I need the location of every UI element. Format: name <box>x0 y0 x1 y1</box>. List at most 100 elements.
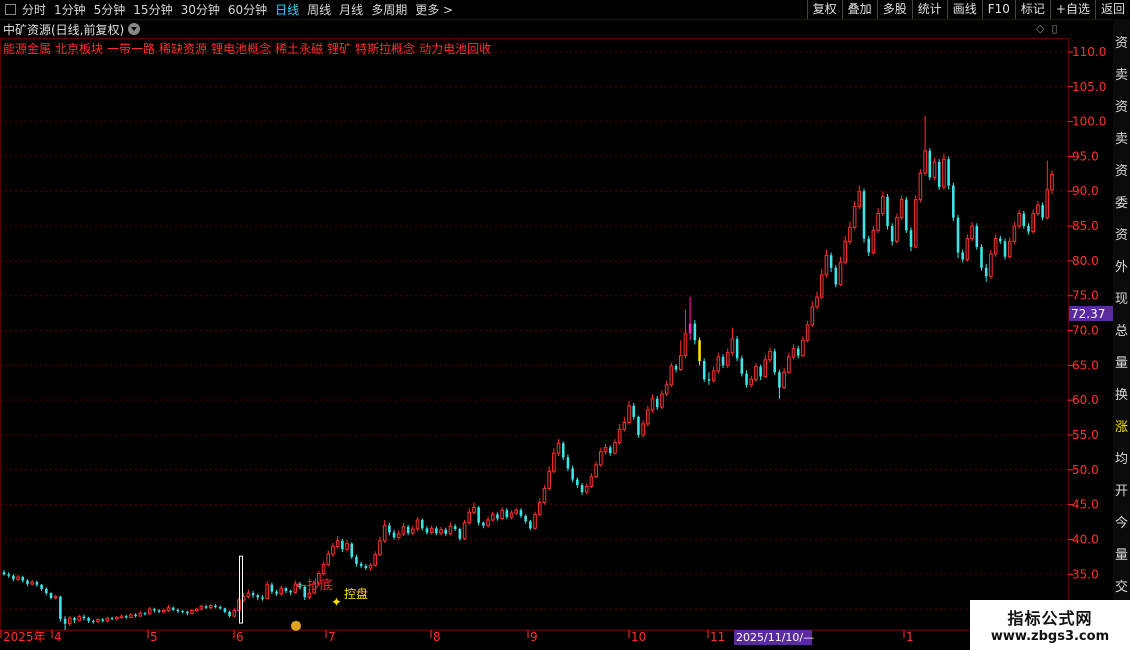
candle-body <box>829 255 833 268</box>
info-label-6: 资 <box>1114 228 1128 243</box>
candle-body <box>641 423 645 436</box>
candle-body <box>556 442 561 454</box>
time-label: 2025年 <box>3 630 46 644</box>
candle-body <box>335 540 340 547</box>
candle-body <box>486 519 490 527</box>
candle-body <box>650 398 655 411</box>
candle-body <box>345 543 349 550</box>
candle-body <box>608 447 612 454</box>
toolbar-button-1[interactable]: 叠加 <box>841 0 877 19</box>
candle-body <box>496 514 499 519</box>
info-label-1: 卖 <box>1114 68 1128 83</box>
toolbar-button-4[interactable]: 画线 <box>946 0 982 19</box>
toolbar-buttons: 复权 叠加 多股 统计 画线 F10 标记 +自选 返回 <box>806 0 1130 19</box>
candle-body <box>627 405 631 423</box>
candle-body <box>429 527 434 533</box>
period-tab-7[interactable]: 周线 <box>307 1 331 18</box>
candle-body <box>171 607 175 610</box>
current-price-label: 72.37 <box>1071 307 1105 321</box>
candle-body <box>923 150 927 174</box>
period-tab-1[interactable]: 1分钟 <box>54 1 86 18</box>
period-tabs: 分时 1分钟 5分钟 15分钟 30分钟 60分钟 日线 周线 月线 多周期 更多 > <box>22 1 461 18</box>
candle-body <box>453 526 457 530</box>
candle-body <box>1012 225 1017 242</box>
toolbar-button-3[interactable]: 统计 <box>911 0 947 19</box>
candle-body <box>613 442 617 454</box>
toolbar-button-6[interactable]: 标记 <box>1014 0 1050 19</box>
candle-body <box>980 246 983 268</box>
time-label: 6 <box>236 630 244 644</box>
candle-body <box>895 217 899 242</box>
candle-body <box>749 378 754 386</box>
candle-body <box>721 356 725 366</box>
candle-body <box>411 528 415 534</box>
kline-chart[interactable]: 110.0 105.0 100.0 95.0 90.0 85.0 80.0 75.0 70.0 6… <box>0 38 1113 650</box>
right-info-panel[interactable]: 资卖资卖资委资外现总量换涨均开今量交 <box>1113 19 1130 631</box>
candle-body <box>589 476 594 488</box>
candle-body <box>270 584 274 592</box>
candle-body <box>932 161 937 178</box>
period-tab-6[interactable]: 日线 <box>275 1 299 18</box>
period-tab-9[interactable]: 多周期 <box>371 1 407 18</box>
candle-body <box>702 361 706 380</box>
watermark-title: 指标公式网 <box>1007 609 1093 628</box>
candle-body <box>500 509 504 520</box>
period-tab-10[interactable]: 更多 > <box>415 1 453 18</box>
toggle-square-icon[interactable] <box>5 4 16 15</box>
info-label-17: 交 <box>1114 580 1128 595</box>
time-label: 4 <box>54 630 62 644</box>
candle-body <box>580 485 584 493</box>
candle-body <box>773 351 777 373</box>
candle-body <box>646 409 650 425</box>
period-tab-4[interactable]: 30分钟 <box>181 1 220 18</box>
candle-body <box>730 338 735 354</box>
candle-body <box>688 323 692 334</box>
panel-toggle-icon[interactable]: ▯ <box>1051 22 1057 35</box>
period-tab-8[interactable]: 月线 <box>339 1 363 18</box>
period-tab-0[interactable]: 分时 <box>22 1 46 18</box>
candle-body <box>289 590 292 593</box>
candle-body <box>1031 213 1035 233</box>
y-tick-label: 45.0 <box>1072 498 1099 512</box>
toolbar-button-0[interactable]: 复权 <box>806 0 842 19</box>
candle-body <box>35 581 39 585</box>
candle-body <box>909 230 913 247</box>
candle-body <box>129 614 133 618</box>
y-tick-label: 110.0 <box>1072 45 1106 59</box>
candle-body <box>49 593 53 598</box>
period-tab-5[interactable]: 60分钟 <box>228 1 267 18</box>
candle-body <box>190 609 194 614</box>
candle-body <box>899 199 904 219</box>
candle-body <box>524 515 527 522</box>
candle-body <box>664 384 669 395</box>
y-tick-label: 60.0 <box>1072 393 1099 407</box>
candle-body <box>275 591 278 594</box>
candle-body <box>848 226 852 242</box>
candle-body <box>514 509 519 514</box>
candle-body <box>537 502 542 515</box>
candle-body <box>725 352 730 366</box>
candle-body <box>59 596 62 619</box>
toolbar-button-7[interactable]: +自选 <box>1049 0 1095 19</box>
info-label-15: 今 <box>1114 516 1128 531</box>
title-dropdown-icon[interactable] <box>128 23 141 35</box>
toolbar-button-5[interactable]: F10 <box>981 0 1015 19</box>
toolbar-button-2[interactable]: 多股 <box>876 0 912 19</box>
candle-body <box>341 540 344 550</box>
candle-body <box>867 238 871 253</box>
candle-body <box>552 452 556 472</box>
candle-body <box>1045 189 1050 219</box>
info-label-11: 换 <box>1114 388 1128 403</box>
candle-body <box>778 372 781 388</box>
candle-body <box>716 356 721 372</box>
candle-body <box>678 355 683 371</box>
period-tab-3[interactable]: 15分钟 <box>133 1 172 18</box>
period-tab-2[interactable]: 5分钟 <box>94 1 126 18</box>
diamond-icon[interactable]: ◇ <box>1036 22 1044 35</box>
toolbar-button-8[interactable]: 返回 <box>1094 0 1130 19</box>
candle-body <box>815 296 819 308</box>
candle-body <box>63 618 67 624</box>
y-tick-label: 50.0 <box>1072 463 1099 477</box>
candle-body <box>965 238 970 260</box>
y-tick-label: 35.0 <box>1072 567 1099 581</box>
